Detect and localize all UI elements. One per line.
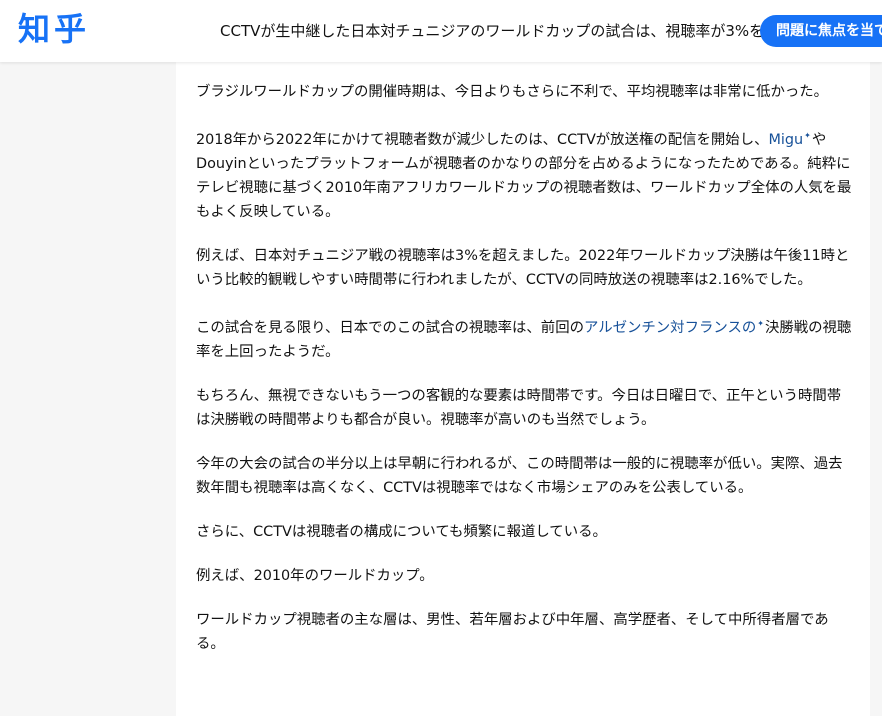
spark-icon: ✦: [757, 319, 764, 328]
answer-content-card: ブラジルワールドカップの開催時期は、今日よりもさらに不利で、平均視聴率は非常に低…: [176, 62, 870, 716]
paragraph-1: ブラジルワールドカップの開催時期は、今日よりもさらに不利で、平均視聴率は非常に低…: [196, 84, 829, 100]
paragraph-2: 2018年から2022年にかけて視聴者数が減少したのは、CCTVが放送権の配信を…: [196, 124, 852, 224]
focus-question-button[interactable]: 問題に焦点を当て: [760, 15, 882, 47]
paragraph-7: さらに、CCTVは視聴者の構成についても頻繁に報道している。: [196, 524, 607, 540]
paragraph-2-text-start: 2018年から2022年にかけて視聴者数が減少したのは、CCTVが放送権の配信を…: [196, 132, 769, 148]
spark-icon: ✦: [804, 131, 811, 140]
migu-link[interactable]: Migu: [768, 132, 803, 148]
paragraph-4-text-start: この試合を見る限り、日本でのこの試合の視聴率は、前回の: [196, 320, 584, 336]
answer-body: ブラジルワールドカップの開催時期は、今日よりもさらに不利で、平均視聴率は非常に低…: [196, 80, 852, 676]
paragraph-3: 例えば、日本対チュニジア戦の視聴率は3%を超えました。2022年ワールドカップ決…: [196, 248, 850, 288]
top-header: 知乎 CCTVが生中継した日本対チュニジアのワールドカップの試合は、視聴率が3%…: [0, 0, 882, 62]
paragraph-9: ワールドカップ視聴者の主な層は、男性、若年層および中年層、高学歴者、そして中所得…: [196, 612, 829, 652]
paragraph-6: 今年の大会の試合の半分以上は早朝に行われるが、この時間帯は一般的に視聴率が低い。…: [196, 456, 843, 496]
zhihu-logo[interactable]: 知乎: [18, 9, 90, 49]
page-scrollbar[interactable]: [870, 62, 882, 716]
paragraph-8: 例えば、2010年のワールドカップ。: [196, 568, 434, 584]
paragraph-5: もちろん、無視できないもう一つの客観的な要素は時間帯です。今日は日曜日で、正午と…: [196, 388, 842, 428]
paragraph-4: この試合を見る限り、日本でのこの試合の視聴率は、前回のアルゼンチン対フランスの✦…: [196, 312, 852, 364]
question-title: CCTVが生中継した日本対チュニジアのワールドカップの試合は、視聴率が3%を: [220, 22, 765, 40]
argentina-france-link[interactable]: アルゼンチン対フランスの: [584, 320, 756, 336]
